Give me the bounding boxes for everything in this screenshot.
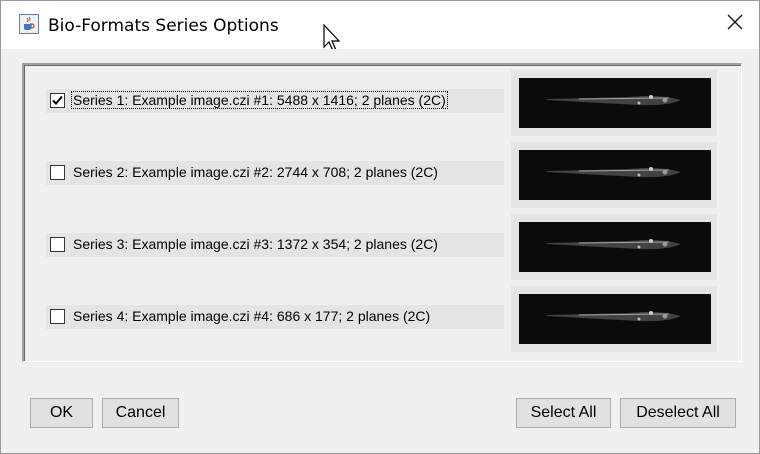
series-2-label[interactable]: Series 2: Example image.czi #2: 2744 x 7… [72,164,439,180]
deselect-all-button[interactable]: Deselect All [620,398,736,428]
series-2-checkbox[interactable] [50,165,65,180]
title-bar[interactable]: Bio-Formats Series Options [1,1,759,49]
dialog-title: Bio-Formats Series Options [48,16,279,36]
series-3-checkbox[interactable] [50,237,65,252]
series-4-checkbox[interactable] [50,309,65,324]
close-button[interactable] [717,7,753,41]
series-4-thumbnail [511,286,717,352]
series-row: Series 3: Example image.czi #3: 1372 x 3… [24,214,741,280]
cancel-button[interactable]: Cancel [102,398,179,428]
series-options-dialog: Bio-Formats Series Options Series 1: Exa… [0,0,760,454]
dialog-content: Series 1: Example image.czi #1: 5488 x 1… [1,49,759,453]
series-1-thumbnail [511,70,717,136]
checkmark-icon [52,95,63,105]
series-3-thumbnail [511,214,717,280]
close-icon [726,13,744,36]
select-all-button[interactable]: Select All [516,398,611,428]
series-1-label[interactable]: Series 1: Example image.czi #1: 5488 x 1… [71,91,448,109]
series-4-label[interactable]: Series 4: Example image.czi #4: 686 x 17… [72,308,431,324]
series-row: Series 1: Example image.czi #1: 5488 x 1… [24,70,741,136]
series-row: Series 2: Example image.czi #2: 2744 x 7… [24,142,741,208]
series-2-thumbnail [511,142,717,208]
ok-button[interactable]: OK [30,398,93,428]
java-cup-icon [19,14,39,34]
series-3-label[interactable]: Series 3: Example image.czi #3: 1372 x 3… [72,236,439,252]
series-row: Series 4: Example image.czi #4: 686 x 17… [24,286,741,352]
series-1-checkbox[interactable] [50,93,65,108]
series-list-panel: Series 1: Example image.czi #1: 5488 x 1… [22,63,742,362]
